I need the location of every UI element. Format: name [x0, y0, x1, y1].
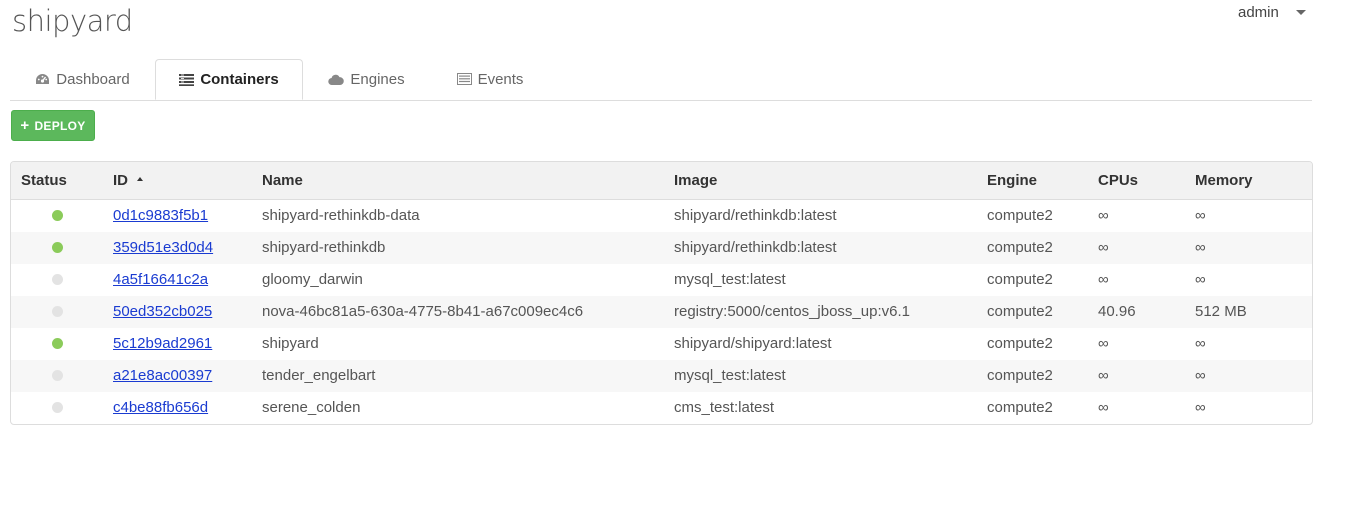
- container-id-link[interactable]: 359d51e3d0d4: [113, 239, 213, 256]
- container-engine-cell: compute2: [987, 207, 1053, 224]
- shipyard-logo[interactable]: shipyard: [12, 4, 133, 38]
- column-header-status[interactable]: Status: [21, 162, 67, 200]
- container-engine-cell: compute2: [987, 335, 1053, 352]
- status-stopped-indicator: [52, 306, 63, 317]
- sort-ascending-icon: [137, 177, 143, 182]
- container-id-link[interactable]: c4be88fb656d: [113, 399, 208, 416]
- container-id-cell: 50ed352cb025: [113, 296, 212, 328]
- containers-list-icon: [179, 73, 195, 86]
- container-cpus-cell: 40.96: [1098, 303, 1136, 320]
- column-header-engine[interactable]: Engine: [987, 162, 1037, 200]
- table-row: 50ed352cb025 nova-46bc81a5-630a-4775-8b4…: [11, 296, 1312, 328]
- status-stopped-indicator: [52, 370, 63, 381]
- container-image-cell: shipyard/shipyard:latest: [674, 335, 832, 352]
- containers-table: Status ID Name Image Engine CPUs Memory …: [10, 161, 1313, 425]
- container-memory-cell: ∞: [1195, 271, 1206, 288]
- container-name-cell: shipyard-rethinkdb: [262, 239, 386, 256]
- container-engine-cell: compute2: [987, 367, 1053, 384]
- status-stopped-indicator: [52, 402, 63, 413]
- deploy-button[interactable]: + DEPLOY: [11, 110, 95, 141]
- table-header: Status ID Name Image Engine CPUs Memory: [11, 162, 1312, 200]
- container-cpus-cell: ∞: [1098, 399, 1109, 416]
- status-running-indicator: [52, 210, 63, 221]
- container-cpus-cell: ∞: [1098, 207, 1109, 224]
- column-header-memory[interactable]: Memory: [1195, 162, 1253, 200]
- container-image-cell: mysql_test:latest: [674, 271, 786, 288]
- container-cpus-cell: ∞: [1098, 367, 1109, 384]
- container-memory-cell: ∞: [1195, 399, 1206, 416]
- status-running-indicator: [52, 338, 63, 349]
- container-engine-cell: compute2: [987, 303, 1053, 320]
- container-id-link[interactable]: 50ed352cb025: [113, 303, 212, 320]
- container-name-cell: serene_colden: [262, 399, 361, 416]
- container-cpus-cell: ∞: [1098, 271, 1109, 288]
- column-header-id-label: ID: [113, 172, 128, 189]
- caret-down-icon: [1295, 10, 1306, 15]
- container-id-link[interactable]: 4a5f16641c2a: [113, 271, 208, 288]
- tab-containers[interactable]: Containers: [155, 59, 303, 100]
- container-id-cell: 4a5f16641c2a: [113, 264, 208, 296]
- column-header-cpus[interactable]: CPUs: [1098, 162, 1138, 200]
- main-nav-tabs: Dashboard Containers Engines Events: [10, 59, 1312, 101]
- tab-events[interactable]: Events: [432, 59, 548, 99]
- container-image-cell: registry:5000/centos_jboss_up:v6.1: [674, 303, 910, 320]
- container-id-link[interactable]: 0d1c9883f5b1: [113, 207, 208, 224]
- plus-icon: +: [20, 117, 30, 134]
- tab-containers-label: Containers: [200, 71, 279, 88]
- tab-engines-label: Engines: [350, 70, 405, 88]
- container-image-cell: shipyard/rethinkdb:latest: [674, 239, 837, 256]
- container-memory-cell: 512 MB: [1195, 303, 1247, 320]
- column-header-image[interactable]: Image: [674, 162, 717, 200]
- container-engine-cell: compute2: [987, 399, 1053, 416]
- deploy-button-label: DEPLOY: [34, 118, 86, 133]
- user-menu[interactable]: admin: [1238, 4, 1306, 21]
- container-id-cell: 359d51e3d0d4: [113, 232, 213, 264]
- column-header-id[interactable]: ID: [113, 162, 143, 200]
- tab-dashboard-label: Dashboard: [56, 70, 130, 88]
- container-memory-cell: ∞: [1195, 335, 1206, 352]
- container-memory-cell: ∞: [1195, 207, 1206, 224]
- container-id-link[interactable]: 5c12b9ad2961: [113, 335, 212, 352]
- dashboard-gauge-icon: [35, 73, 50, 86]
- shipyard-app: shipyard admin Dashboard Containers Engi…: [0, 0, 1346, 519]
- container-id-cell: c4be88fb656d: [113, 392, 208, 424]
- tab-dashboard[interactable]: Dashboard: [10, 59, 155, 99]
- container-name-cell: gloomy_darwin: [262, 271, 363, 288]
- table-row: 4a5f16641c2a gloomy_darwin mysql_test:la…: [11, 264, 1312, 296]
- user-menu-name: admin: [1238, 4, 1279, 21]
- table-row: 5c12b9ad2961 shipyard shipyard/shipyard:…: [11, 328, 1312, 360]
- container-id-cell: 0d1c9883f5b1: [113, 200, 208, 232]
- container-engine-cell: compute2: [987, 239, 1053, 256]
- container-image-cell: shipyard/rethinkdb:latest: [674, 207, 837, 224]
- tab-engines[interactable]: Engines: [311, 59, 422, 99]
- container-memory-cell: ∞: [1195, 367, 1206, 384]
- status-stopped-indicator: [52, 274, 63, 285]
- container-name-cell: tender_engelbart: [262, 367, 376, 384]
- table-row: c4be88fb656d serene_colden cms_test:late…: [11, 392, 1312, 424]
- events-list-icon: [456, 73, 472, 85]
- container-name-cell: nova-46bc81a5-630a-4775-8b41-a67c009ec4c…: [262, 303, 584, 320]
- table-row: a21e8ac00397 tender_engelbart mysql_test…: [11, 360, 1312, 392]
- container-memory-cell: ∞: [1195, 239, 1206, 256]
- container-id-cell: 5c12b9ad2961: [113, 328, 212, 360]
- container-cpus-cell: ∞: [1098, 239, 1109, 256]
- status-running-indicator: [52, 242, 63, 253]
- container-image-cell: mysql_test:latest: [674, 367, 786, 384]
- cloud-icon: [328, 74, 345, 85]
- container-engine-cell: compute2: [987, 271, 1053, 288]
- table-row: 359d51e3d0d4 shipyard-rethinkdb shipyard…: [11, 232, 1312, 264]
- container-id-link[interactable]: a21e8ac00397: [113, 367, 212, 384]
- tab-events-label: Events: [477, 70, 524, 88]
- column-header-name[interactable]: Name: [262, 162, 303, 200]
- container-id-cell: a21e8ac00397: [113, 360, 212, 392]
- table-row: 0d1c9883f5b1 shipyard-rethinkdb-data shi…: [11, 200, 1312, 232]
- container-image-cell: cms_test:latest: [674, 399, 775, 416]
- container-cpus-cell: ∞: [1098, 335, 1109, 352]
- container-name-cell: shipyard: [262, 335, 319, 352]
- container-name-cell: shipyard-rethinkdb-data: [262, 207, 420, 224]
